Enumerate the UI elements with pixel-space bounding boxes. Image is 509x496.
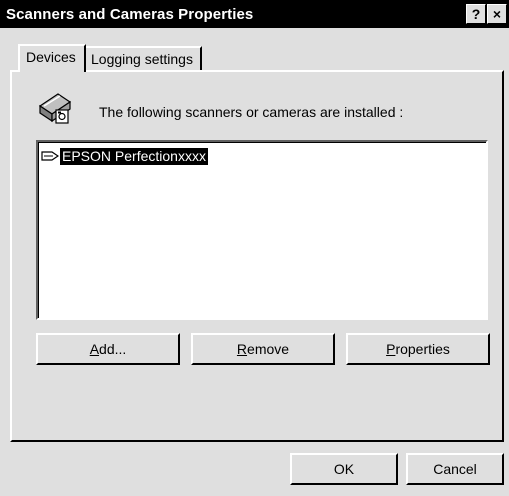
device-list-inner: EPSON Perfectionxxxx bbox=[38, 142, 486, 318]
installed-devices-heading: The following scanners or cameras are in… bbox=[99, 104, 404, 120]
remove-button[interactable]: Remove bbox=[191, 333, 335, 365]
help-button[interactable]: ? bbox=[466, 4, 486, 24]
ok-button[interactable]: OK bbox=[290, 453, 398, 485]
help-icon: ? bbox=[471, 6, 481, 22]
window-title: Scanners and Cameras Properties bbox=[6, 6, 254, 23]
remove-label: emove bbox=[247, 341, 290, 357]
add-mnemonic: A bbox=[89, 341, 100, 357]
device-list-item[interactable]: EPSON Perfectionxxxx bbox=[41, 147, 208, 165]
properties-button[interactable]: Properties bbox=[346, 333, 490, 365]
remove-mnemonic: R bbox=[236, 341, 248, 357]
properties-dialog: Scanners and Cameras Properties ? × Devi… bbox=[0, 0, 509, 496]
add-label: dd... bbox=[99, 341, 127, 357]
tab-devices[interactable]: Devices bbox=[18, 44, 86, 72]
tab-logging-settings[interactable]: Logging settings bbox=[86, 46, 202, 70]
cancel-button[interactable]: Cancel bbox=[406, 453, 504, 485]
close-icon: × bbox=[492, 6, 502, 22]
scanner-arrow-icon bbox=[41, 151, 59, 161]
device-list[interactable]: EPSON Perfectionxxxx bbox=[36, 140, 488, 320]
properties-label: roperties bbox=[395, 341, 450, 357]
scanner-camera-icon bbox=[38, 93, 72, 124]
device-name: EPSON Perfectionxxxx bbox=[60, 147, 208, 165]
close-button[interactable]: × bbox=[487, 4, 507, 24]
title-bar[interactable]: Scanners and Cameras Properties ? × bbox=[0, 0, 509, 28]
add-button[interactable]: Add... bbox=[36, 333, 180, 365]
